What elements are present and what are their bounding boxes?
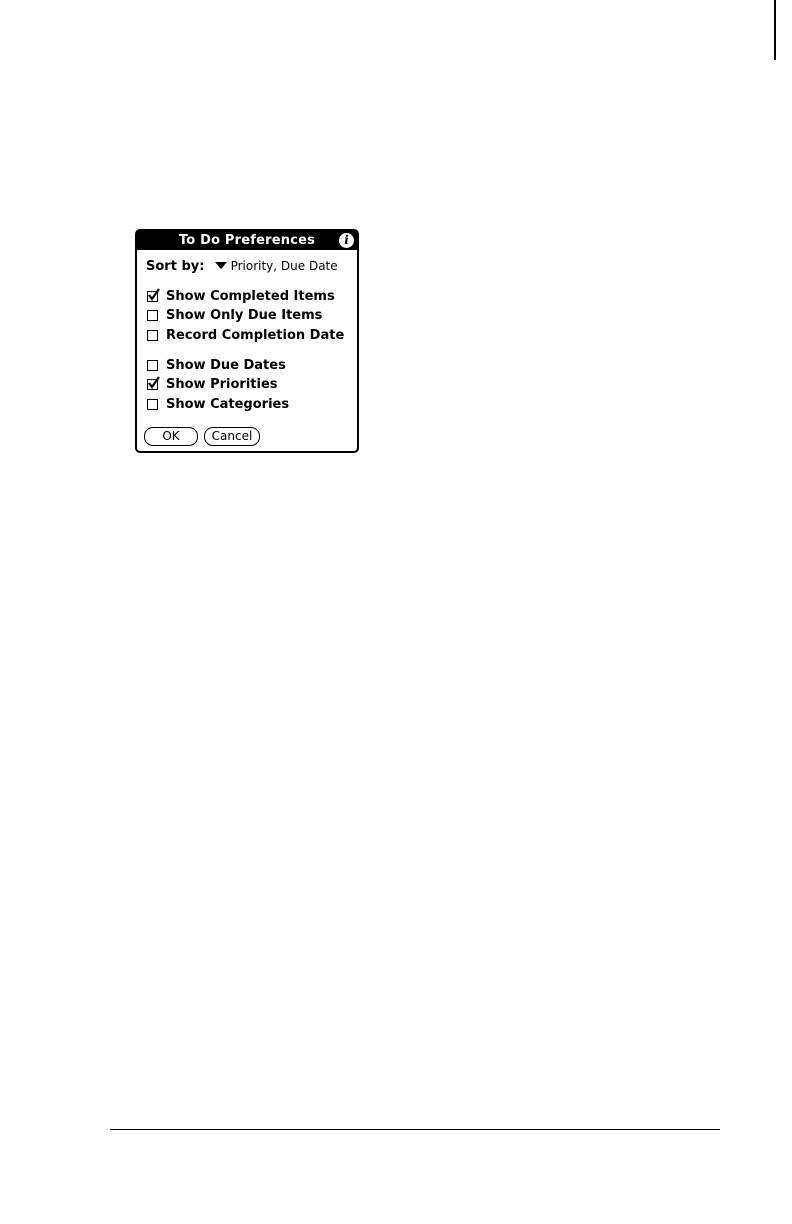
checkmark-icon <box>148 288 160 301</box>
page-edge-rule <box>774 0 776 60</box>
sort-value: Priority, Due Date <box>230 259 338 273</box>
option-label: Show Categories <box>166 397 290 412</box>
option-show-due-dates[interactable]: Show Due Dates <box>147 358 286 373</box>
checkbox[interactable] <box>147 310 158 321</box>
checkbox[interactable] <box>147 360 158 371</box>
checkbox[interactable] <box>147 330 158 341</box>
sort-label: Sort by: <box>146 259 205 274</box>
ok-button[interactable]: OK <box>144 427 198 446</box>
option-show-only-due-items[interactable]: Show Only Due Items <box>147 308 322 323</box>
dialog-header: To Do Preferences i <box>137 231 357 250</box>
checkmark-icon <box>148 376 160 389</box>
info-icon[interactable]: i <box>339 233 354 248</box>
cancel-button[interactable]: Cancel <box>204 427 260 446</box>
sort-dropdown[interactable]: Priority, Due Date <box>214 259 338 274</box>
option-label: Show Priorities <box>166 377 278 392</box>
sort-row: Sort by: Priority, Due Date <box>146 259 338 274</box>
option-label: Record Completion Date <box>166 328 345 343</box>
checkbox[interactable] <box>147 288 160 302</box>
triangle-down-icon <box>214 262 227 269</box>
option-label: Show Due Dates <box>166 358 286 373</box>
option-show-priorities[interactable]: Show Priorities <box>147 376 278 392</box>
dialog-title: To Do Preferences <box>178 233 316 248</box>
option-record-completion-date[interactable]: Record Completion Date <box>147 328 344 343</box>
checkbox[interactable] <box>147 399 158 410</box>
option-show-completed-items[interactable]: Show Completed Items <box>147 288 335 304</box>
footer-rule <box>110 1129 720 1130</box>
option-label: Show Completed Items <box>166 289 335 304</box>
todo-preferences-dialog: To Do Preferences i Sort by: Priority, D… <box>135 229 359 453</box>
checkbox[interactable] <box>147 376 160 390</box>
option-label: Show Only Due Items <box>166 308 323 323</box>
option-show-categories[interactable]: Show Categories <box>147 397 289 412</box>
